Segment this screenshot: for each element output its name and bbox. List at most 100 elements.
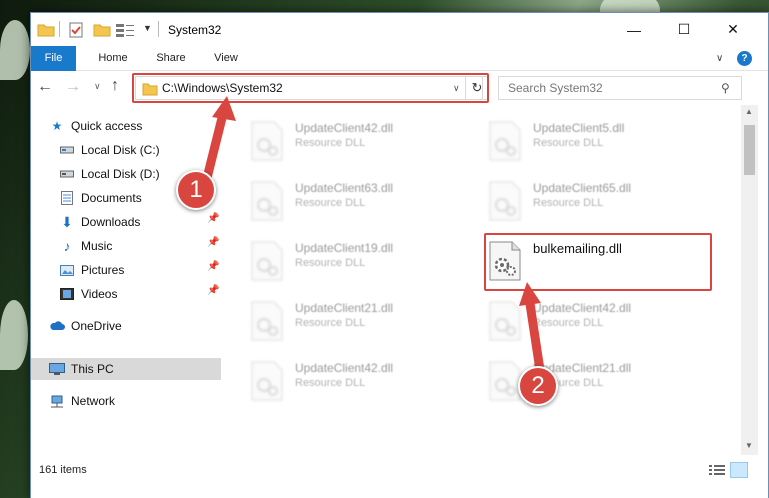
search-icon[interactable]: ⚲ <box>721 81 730 95</box>
window-title: System32 <box>168 23 222 37</box>
file-type: Resource DLL <box>533 137 604 149</box>
scrollbar-thumb[interactable] <box>744 125 755 175</box>
sidebar-item-label: Local Disk (D:) <box>81 167 160 181</box>
dll-file-icon <box>251 241 283 281</box>
file-name: UpdateClient42.dll <box>533 301 632 315</box>
file-tile[interactable]: UpdateClient42.dll Resource DLL <box>243 113 473 169</box>
file-tile[interactable]: UpdateClient42.dll Resource DLL <box>481 293 711 349</box>
dll-file-icon <box>251 301 283 341</box>
search-placeholder: Search System32 <box>508 81 603 95</box>
search-box[interactable]: Search System32 ⚲ <box>498 76 742 100</box>
sidebar-item-local-disk-c[interactable]: Local Disk (C:) <box>59 139 160 161</box>
file-tile[interactable]: UpdateClient21.dll Resource DLL <box>243 293 473 349</box>
toolbar-separator <box>59 21 60 37</box>
toolbar-separator <box>158 21 159 37</box>
file-type: Resource DLL <box>533 197 604 209</box>
pictures-icon <box>59 262 75 278</box>
file-explorer-window: ▼ System32 — ☐ ✕ File Home Share View ∨ … <box>30 12 769 498</box>
pin-icon[interactable]: 📌 <box>207 261 219 272</box>
expand-ribbon-icon[interactable]: ∨ <box>716 53 723 64</box>
dll-file-icon <box>489 181 521 221</box>
sidebar-item-label: OneDrive <box>71 319 122 333</box>
dll-file-icon <box>489 121 521 161</box>
help-icon[interactable]: ? <box>737 51 752 66</box>
videos-icon <box>59 286 75 302</box>
star-icon: ★ <box>51 119 63 133</box>
sidebar-item-videos[interactable]: Videos <box>59 283 117 305</box>
sidebar-item-music[interactable]: ♪ Music <box>59 235 113 257</box>
dll-file-icon <box>251 121 283 161</box>
file-name: UpdateClient63.dll <box>295 181 394 195</box>
details-view-icon[interactable] <box>709 464 725 476</box>
maximize-button[interactable]: ☐ <box>661 13 707 46</box>
step-1-badge: 1 <box>176 170 216 210</box>
file-name: UpdateClient5.dll <box>533 121 625 135</box>
sidebar-item-label: Network <box>71 394 116 408</box>
tab-share[interactable]: Share <box>149 46 193 71</box>
sidebar-item-local-disk-d[interactable]: Local Disk (D:) <box>59 163 160 185</box>
up-arrow-icon[interactable]: ↑ <box>111 77 119 95</box>
ribbon-tabs: File Home Share View ∨ ? <box>31 46 768 71</box>
view-options-icon[interactable] <box>115 21 137 39</box>
file-tile[interactable]: UpdateClient65.dll Resource DLL <box>481 173 711 229</box>
sidebar-item-label: This PC <box>71 362 114 376</box>
file-type: Resource DLL <box>295 137 366 149</box>
file-highlight-box <box>484 233 712 291</box>
cloud-icon <box>49 318 65 334</box>
new-folder-icon[interactable] <box>93 21 111 39</box>
close-button[interactable]: ✕ <box>710 13 756 46</box>
address-bar-highlight <box>132 73 489 103</box>
tab-file[interactable]: File <box>31 46 76 71</box>
forward-arrow-icon[interactable]: → <box>65 78 81 96</box>
tab-home[interactable]: Home <box>89 46 137 71</box>
file-tile[interactable]: UpdateClient5.dll Resource DLL <box>481 113 711 169</box>
recent-locations-icon[interactable]: ∨ <box>94 81 101 92</box>
sidebar-item-network[interactable]: Network <box>49 390 115 412</box>
file-tile[interactable]: UpdateClient63.dll Resource DLL <box>243 173 473 229</box>
file-name: UpdateClient42.dll <box>295 121 394 135</box>
music-icon: ♪ <box>63 238 71 254</box>
sidebar-item-documents[interactable]: Documents <box>59 187 142 209</box>
sidebar-item-label: Quick access <box>71 119 143 133</box>
file-name: UpdateClient21.dll <box>295 301 394 315</box>
step-2-badge: 2 <box>518 366 558 406</box>
sidebar-item-this-pc[interactable]: This PC <box>31 358 221 380</box>
file-tile[interactable]: UpdateClient19.dll Resource DLL <box>243 233 473 289</box>
download-icon: ⬇ <box>61 213 73 230</box>
tab-view[interactable]: View <box>207 46 245 71</box>
file-type: Resource DLL <box>295 317 366 329</box>
pin-icon[interactable]: 📌 <box>207 213 219 224</box>
leaf-decoration <box>0 300 28 370</box>
file-tile[interactable]: UpdateClient21.dll Resource DLL <box>481 353 711 409</box>
vertical-scrollbar[interactable]: ▲ ▼ <box>741 105 758 455</box>
properties-icon[interactable] <box>67 21 85 39</box>
tiles-view-icon[interactable] <box>730 462 748 478</box>
dll-file-icon <box>251 181 283 221</box>
sidebar-item-label: Local Disk (C:) <box>81 143 160 157</box>
back-arrow-icon[interactable]: ← <box>37 78 53 96</box>
file-tile[interactable]: UpdateClient42.dll Resource DLL <box>243 353 473 409</box>
drive-icon <box>59 142 75 158</box>
file-type: Resource DLL <box>295 377 366 389</box>
sidebar-item-downloads[interactable]: ⬇ Downloads <box>59 211 140 233</box>
sidebar-item-quick-access[interactable]: ★ Quick access <box>49 115 143 137</box>
documents-icon <box>59 190 75 206</box>
navigation-bar: ← → ∨ ↑ C:\Windows\System32 ∨ ↻ Search S… <box>31 71 768 105</box>
sidebar-item-pictures[interactable]: Pictures <box>59 259 124 281</box>
dll-file-icon <box>489 361 521 401</box>
file-type: Resource DLL <box>533 317 604 329</box>
sidebar-item-label: Documents <box>81 191 142 205</box>
sidebar-item-onedrive[interactable]: OneDrive <box>49 315 122 337</box>
sidebar-item-label: Videos <box>81 287 118 301</box>
pin-icon[interactable]: 📌 <box>207 237 219 248</box>
minimize-button[interactable]: — <box>611 13 657 46</box>
dll-file-icon <box>489 301 521 341</box>
scroll-up-icon[interactable]: ▲ <box>745 107 753 116</box>
file-type: Resource DLL <box>295 257 366 269</box>
leaf-decoration <box>0 20 30 80</box>
customize-toolbar-icon[interactable]: ▼ <box>143 23 152 33</box>
navigation-pane: ★ Quick access Local Disk (C:) Local Dis… <box>31 105 221 455</box>
scroll-down-icon[interactable]: ▼ <box>745 441 753 450</box>
pin-icon[interactable]: 📌 <box>207 285 219 296</box>
item-count: 161 items <box>39 464 87 476</box>
